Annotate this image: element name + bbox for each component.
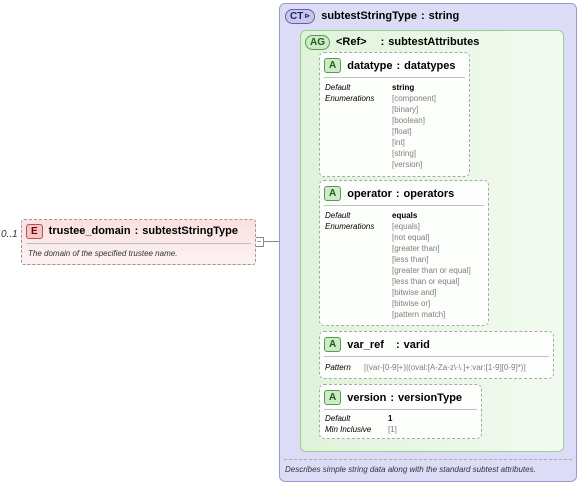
default-label: Default	[325, 211, 351, 220]
min-inclusive-label: Min Inclusive	[325, 425, 372, 434]
pattern-value: [(var-[0-9]+)|(oval:[A-Za-z\-\.]+:var:[1…	[364, 363, 526, 372]
complex-type-documentation: Describes simple string data along with …	[285, 465, 536, 474]
element-divider	[26, 243, 251, 244]
attribute-name: version	[347, 391, 387, 404]
attribute-header: A version : versionType	[324, 390, 462, 405]
complex-type-divider	[284, 459, 572, 461]
attribute-labels: Default Enumerations	[325, 210, 374, 232]
complex-type-name: subtestStringType	[321, 10, 417, 22]
enumeration-item: [version]	[392, 160, 423, 169]
attribute-tag-icon: A	[324, 337, 342, 352]
attribute-type: datatypes	[404, 59, 456, 72]
default-value: equals	[392, 211, 418, 220]
default-value: string	[392, 83, 415, 92]
attribute-header: A datatype : datatypes	[324, 58, 456, 73]
enumerations-label: Enumerations	[325, 222, 375, 231]
type-separator: :	[134, 225, 139, 237]
attribute-group-header: AG <Ref> : subtestAttributes	[305, 34, 479, 50]
attribute-divider	[324, 356, 549, 357]
element-name: trustee_domain	[48, 225, 131, 237]
attribute-tag-icon: A	[324, 390, 342, 405]
enumerations-label: Enumerations	[325, 94, 375, 103]
enumeration-item: [float]	[392, 127, 412, 136]
attribute-divider	[324, 205, 484, 206]
complex-type-tag-icon: CT ⊳	[285, 8, 316, 24]
complex-type-header: CT ⊳ subtestStringType : string	[285, 8, 459, 24]
enumeration-item: [boolean]	[392, 116, 425, 125]
attribute-type: operators	[403, 187, 455, 200]
enumeration-item: [less than]	[392, 255, 429, 264]
type-separator: :	[390, 391, 395, 404]
attribute-labels: Default Enumerations	[325, 82, 374, 104]
enumeration-item: [binary]	[392, 105, 419, 114]
attribute-labels: Pattern	[325, 362, 351, 373]
attribute-name: operator	[347, 187, 392, 200]
attribute-values: equals [equals] [not equal] [greater tha…	[392, 210, 471, 320]
attribute-operator[interactable]: A operator : operators Default Enumerati…	[319, 180, 489, 326]
attribute-type: versionType	[398, 391, 463, 404]
element-documentation: The domain of the specified trustee name…	[28, 249, 178, 258]
attribute-group-ref: <Ref>	[336, 36, 367, 48]
enumeration-item: [greater than]	[392, 244, 440, 253]
attribute-group-name: subtestAttributes	[388, 36, 480, 48]
attribute-tag-icon: A	[324, 186, 342, 201]
default-label: Default	[325, 83, 351, 92]
type-separator: :	[396, 59, 401, 72]
attribute-divider	[324, 409, 477, 410]
min-inclusive-value: [1]	[388, 425, 397, 434]
enumeration-item: [less than or equal]	[392, 277, 460, 286]
type-separator: :	[395, 187, 400, 200]
type-separator: :	[420, 10, 425, 22]
attribute-datatype[interactable]: A datatype : datatypes Default Enumerati…	[319, 52, 470, 177]
type-separator: :	[395, 338, 400, 351]
attribute-var-ref[interactable]: A var_ref : varid Pattern [(var-[0-9]+)|…	[319, 331, 554, 379]
complex-type-base: string	[428, 10, 460, 22]
element-tag-icon: E	[26, 223, 43, 239]
attribute-labels: Default Min Inclusive	[325, 413, 371, 435]
enumeration-item: [bitwise or]	[392, 299, 431, 308]
enumeration-item: [equals]	[392, 222, 421, 231]
enumeration-item: [bitwise and]	[392, 288, 437, 297]
connector-line	[263, 241, 280, 242]
enumeration-item: [not equal]	[392, 233, 430, 242]
default-value: 1	[388, 414, 393, 423]
attribute-values: 1 [1]	[388, 413, 397, 435]
default-label: Default	[325, 414, 351, 423]
attribute-values: string [component] [binary] [boolean] [f…	[392, 82, 436, 170]
attribute-divider	[324, 77, 465, 78]
enumeration-item: [pattern match]	[392, 310, 446, 319]
type-separator: :	[380, 36, 385, 48]
attribute-tag-icon: A	[324, 58, 342, 73]
attribute-header: A operator : operators	[324, 186, 454, 201]
element-type: subtestStringType	[142, 225, 239, 237]
enumeration-item: [greater than or equal]	[392, 266, 471, 275]
attribute-group-tag-icon: AG	[305, 34, 330, 50]
attribute-name: var_ref	[347, 338, 384, 351]
attribute-header: A var_ref : varid	[324, 337, 430, 352]
enumeration-item: [component]	[392, 94, 437, 103]
pattern-label: Pattern	[325, 363, 351, 372]
enumeration-item: [int]	[392, 138, 405, 147]
element-box[interactable]: E trustee_domain : subtestStringType The…	[21, 219, 256, 265]
enumeration-item: [string]	[392, 149, 417, 158]
attribute-name: datatype	[347, 59, 393, 72]
attribute-version[interactable]: A version : versionType Default Min Incl…	[319, 384, 482, 439]
occurrence-label: 0..1	[1, 229, 18, 240]
element-header: E trustee_domain : subtestStringType	[26, 223, 238, 239]
attribute-type: varid	[403, 338, 430, 351]
